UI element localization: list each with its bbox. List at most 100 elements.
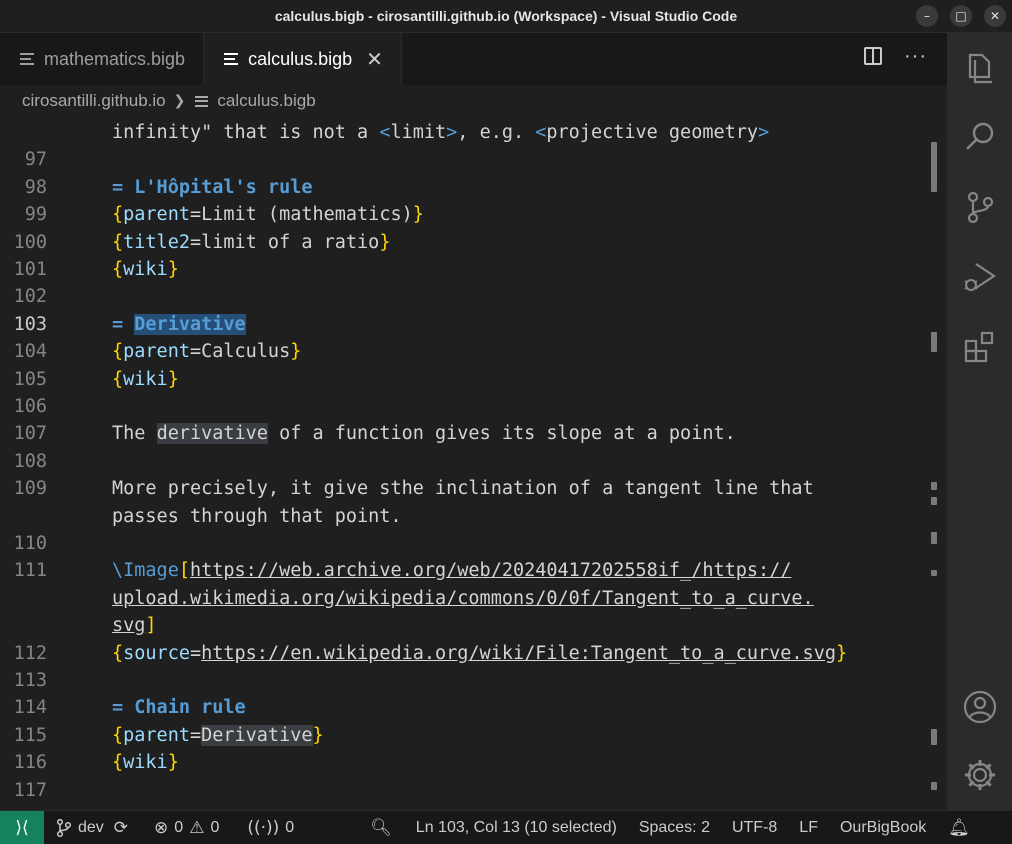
eol-indicator[interactable]: LF [791,811,826,844]
tab-calculus[interactable]: calculus.bigb ✕ [204,33,402,85]
notifications-indicator[interactable]: 🔔︎ [940,811,978,844]
activity-bar [947,33,1012,810]
explorer-icon[interactable] [962,49,998,85]
line-number: 100 [13,231,47,253]
zoom-icon: 🔍︎ [370,817,392,838]
code-line[interactable]: 107 The derivative of a function gives it… [0,420,920,447]
code-line[interactable]: 104 {parent=Calculus} [0,338,920,365]
code-line[interactable]: 109 More precisely, it give sthe inclinat… [0,475,920,502]
line-number: 116 [13,752,47,774]
more-actions-icon[interactable]: ··· [904,46,927,66]
code-line[interactable]: 110 [0,530,920,557]
code-line[interactable]: 105 {wiki} [0,366,920,393]
cursor-position[interactable]: Ln 103, Col 13 (10 selected) [408,811,625,844]
code-line[interactable]: 106 [0,393,920,420]
code-line[interactable]: 115 {parent=Derivative} [0,722,920,749]
line-text: {wiki} [112,368,179,390]
file-lines-icon [195,95,209,107]
line-number: 105 [13,368,47,390]
code-line[interactable]: 112 {source=https://en.wikipedia.org/wiki… [0,640,920,667]
line-number: 98 [24,176,47,198]
scroll-marker [931,332,937,352]
minimize-button[interactable]: – [916,5,938,27]
line-number: 106 [13,396,47,417]
line-number: 103 [13,313,47,335]
split-editor-icon[interactable] [864,47,883,65]
code-line[interactable]: 113 [0,667,920,694]
window-title: calculus.bigb - cirosantilli.github.io (… [274,8,738,24]
run-debug-icon[interactable] [962,259,998,295]
line-number: 108 [13,450,47,472]
broadcast-icon: ((·)) [247,817,280,838]
scrollbar-thumb[interactable] [931,142,937,192]
line-text: {wiki} [112,259,179,280]
line-number: 111 [13,560,47,582]
code-line[interactable]: svg] [0,612,920,639]
scroll-marker [931,482,937,490]
search-icon[interactable] [962,119,998,155]
git-branch-icon [56,818,72,837]
remote-indicator[interactable]: ⟩⟨ [0,810,44,844]
zoom-indicator[interactable]: 🔍︎ [362,811,400,844]
indentation-text: Spaces: 2 [638,818,710,836]
code-line[interactable]: 102 [0,283,920,310]
code-line[interactable]: 97 [0,146,920,173]
problems-indicator[interactable]: ⊗ 0 ⚠ 0 [146,811,227,844]
code-line[interactable]: 108 [0,448,920,475]
code-line[interactable]: 103 = Derivative [0,311,920,338]
encoding-indicator[interactable]: UTF-8 [724,811,785,844]
error-icon: ⊗ [154,817,169,838]
code-line[interactable]: 98 = L'Hôpital's rule [0,174,920,201]
breadcrumb: cirosantilli.github.io ❯ calculus.bigb [0,85,947,117]
code-line[interactable]: 101 {wiki} [0,256,920,283]
code-editor[interactable]: infinity" that is not a <limit>, e.g. <p… [0,117,947,810]
line-text: upload.wikimedia.org/wikipedia/commons/0… [112,587,814,609]
code-line[interactable]: 111 \Image[https://web.archive.org/web/20… [0,557,920,584]
title-bar: calculus.bigb - cirosantilli.github.io (… [0,0,1012,33]
sync-icon[interactable]: ⟳ [114,818,128,838]
close-window-button[interactable]: ✕ [984,5,1006,27]
code-line[interactable]: passes through that point. [0,503,920,530]
line-text: The derivative of a function gives its s… [112,423,736,445]
branch-name: dev [78,818,104,836]
language-indicator[interactable]: OurBigBook [832,811,934,844]
code-line[interactable]: upload.wikimedia.org/wikipedia/commons/0… [0,585,920,612]
account-icon[interactable] [962,689,998,725]
code-line[interactable]: 99 {parent=Limit (mathematics)} [0,201,920,228]
tab-label: mathematics.bigb [44,48,186,69]
indentation-indicator[interactable]: Spaces: 2 [631,811,718,844]
extensions-icon[interactable] [962,329,998,365]
code-line[interactable]: 114 = Chain rule [0,694,920,721]
source-control-icon[interactable] [962,189,998,225]
scroll-marker [931,532,937,544]
status-bar: ⟩⟨ dev ⟳ ⊗ 0 ⚠ 0 ((·)) 0 🔍︎ Ln 103, Col … [0,810,1012,844]
line-text: {parent=Limit (mathematics)} [112,204,424,226]
chevron-right-icon: ❯ [173,93,186,109]
line-text: {parent=Calculus} [112,341,302,363]
line-text: More precisely, it give sthe inclination… [112,478,814,500]
editor-scrollbar[interactable] [921,117,947,810]
code-line[interactable]: 116 {wiki} [0,749,920,776]
code-line[interactable]: 117 [0,777,920,804]
breadcrumb-file[interactable]: calculus.bigb [217,91,315,111]
branch-indicator[interactable]: dev ⟳ [44,811,136,844]
settings-gear-icon[interactable] [962,757,998,793]
bell-icon: 🔔︎ [948,817,970,838]
breadcrumb-folder[interactable]: cirosantilli.github.io [22,91,166,111]
line-text: passes through that point. [112,505,402,527]
line-text: = Derivative [112,313,246,335]
close-tab-icon[interactable]: ✕ [366,47,383,71]
code-line[interactable]: 100 {title2=limit of a ratio} [0,229,920,256]
maximize-button[interactable]: □ [950,5,972,27]
line-number: 107 [13,423,47,445]
code-line[interactable]: infinity" that is not a <limit>, e.g. <p… [0,119,920,146]
tab-mathematics[interactable]: mathematics.bigb [0,33,205,85]
line-number: 115 [13,724,47,746]
encoding-text: UTF-8 [731,818,778,836]
ports-indicator[interactable]: ((·)) 0 [239,811,302,844]
line-text: {wiki} [112,752,179,774]
scroll-marker [931,497,937,505]
line-number: 104 [13,341,47,363]
line-text: = L'Hôpital's rule [112,176,313,198]
line-text: {title2=limit of a ratio} [112,231,391,253]
